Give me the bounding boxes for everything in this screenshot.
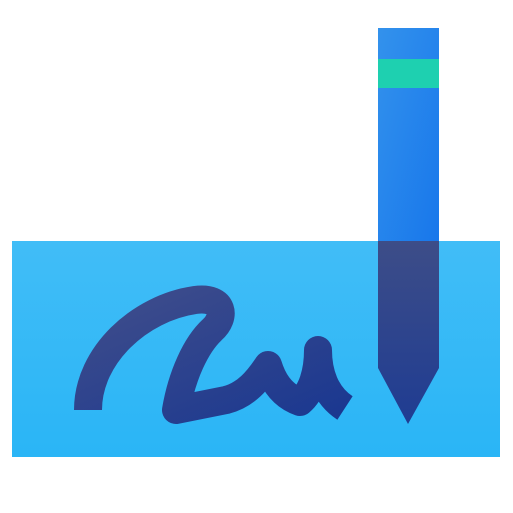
signature-app-icon xyxy=(0,0,513,513)
signature-icon xyxy=(12,28,500,457)
pen-band xyxy=(378,59,439,88)
